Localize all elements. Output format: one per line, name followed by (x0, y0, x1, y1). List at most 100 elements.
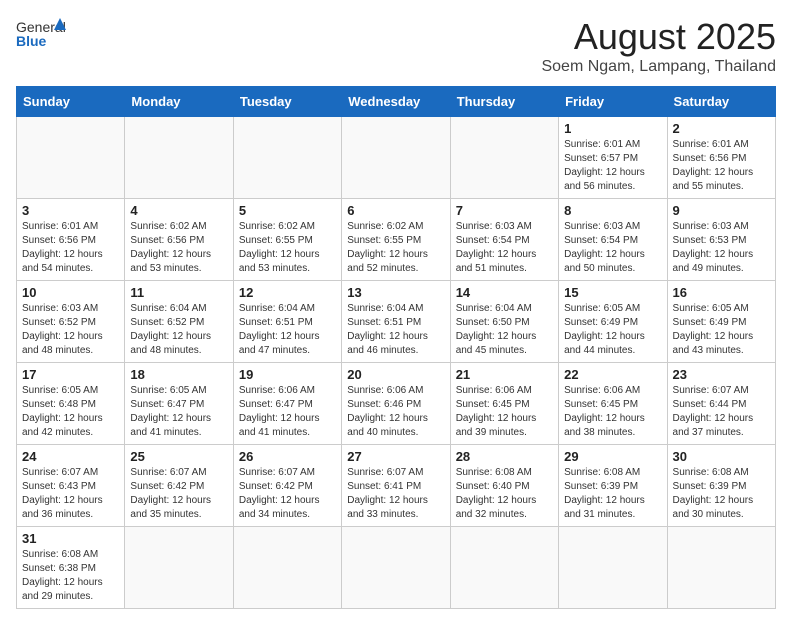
calendar-cell (342, 527, 450, 609)
day-number: 26 (239, 449, 336, 464)
calendar-cell (125, 527, 233, 609)
calendar-cell: 5 Sunrise: 6:02 AM Sunset: 6:55 PM Daylig… (233, 199, 341, 281)
day-number: 5 (239, 203, 336, 218)
day-info: Sunrise: 6:06 AM Sunset: 6:47 PM Dayligh… (239, 384, 336, 440)
calendar-cell (342, 117, 450, 199)
main-title: August 2025 (541, 16, 776, 58)
page-header: General Blue August 2025 Soem Ngam, Lamp… (16, 16, 776, 76)
day-info: Sunrise: 6:03 AM Sunset: 6:53 PM Dayligh… (673, 220, 770, 276)
calendar-cell: 14Sunrise: 6:04 AM Sunset: 6:50 PM Dayli… (450, 281, 558, 363)
day-number: 8 (564, 203, 661, 218)
calendar-table: SundayMondayTuesdayWednesdayThursdayFrid… (16, 86, 776, 609)
calendar-cell: 7Sunrise: 6:03 AM Sunset: 6:54 PM Daylig… (450, 199, 558, 281)
calendar-week-6: 31Sunrise: 6:08 AM Sunset: 6:38 PM Dayli… (17, 527, 776, 609)
calendar-cell: 22 Sunrise: 6:06 AM Sunset: 6:45 PM Dayli… (559, 363, 667, 445)
day-info: Sunrise: 6:04 AM Sunset: 6:52 PM Dayligh… (130, 302, 227, 358)
calendar-cell: 3Sunrise: 6:01 AM Sunset: 6:56 PM Daylig… (17, 199, 125, 281)
day-info: Sunrise: 6:03 AM Sunset: 6:54 PM Dayligh… (564, 220, 661, 276)
day-info: Sunrise: 6:08 AM Sunset: 6:39 PM Dayligh… (673, 466, 770, 522)
day-info: Sunrise: 6:07 AM Sunset: 6:41 PM Dayligh… (347, 466, 444, 522)
calendar-cell: 13Sunrise: 6:04 AM Sunset: 6:51 PM Dayli… (342, 281, 450, 363)
calendar-cell: 19Sunrise: 6:06 AM Sunset: 6:47 PM Dayli… (233, 363, 341, 445)
weekday-header-tuesday: Tuesday (233, 87, 341, 117)
calendar-cell: 29 Sunrise: 6:08 AM Sunset: 6:39 PM Dayli… (559, 445, 667, 527)
day-number: 27 (347, 449, 444, 464)
weekday-header-friday: Friday (559, 87, 667, 117)
calendar-cell: 6Sunrise: 6:02 AM Sunset: 6:55 PM Daylig… (342, 199, 450, 281)
weekday-header-wednesday: Wednesday (342, 87, 450, 117)
day-number: 15 (564, 285, 661, 300)
day-number: 7 (456, 203, 553, 218)
day-info: Sunrise: 6:05 AM Sunset: 6:49 PM Dayligh… (564, 302, 661, 358)
day-info: Sunrise: 6:06 AM Sunset: 6:45 PM Dayligh… (564, 384, 661, 440)
weekday-header-monday: Monday (125, 87, 233, 117)
calendar-cell: 18 Sunrise: 6:05 AM Sunset: 6:47 PM Dayli… (125, 363, 233, 445)
calendar-week-1: 1Sunrise: 6:01 AM Sunset: 6:57 PM Daylig… (17, 117, 776, 199)
day-info: Sunrise: 6:03 AM Sunset: 6:52 PM Dayligh… (22, 302, 119, 358)
calendar-cell: 4 Sunrise: 6:02 AM Sunset: 6:56 PM Daylig… (125, 199, 233, 281)
weekday-header-thursday: Thursday (450, 87, 558, 117)
calendar-cell: 11 Sunrise: 6:04 AM Sunset: 6:52 PM Dayli… (125, 281, 233, 363)
day-number: 4 (130, 203, 227, 218)
calendar-week-4: 17 Sunrise: 6:05 AM Sunset: 6:48 PM Dayli… (17, 363, 776, 445)
logo: General Blue (16, 16, 66, 56)
day-number: 11 (130, 285, 227, 300)
day-info: Sunrise: 6:08 AM Sunset: 6:40 PM Dayligh… (456, 466, 553, 522)
day-info: Sunrise: 6:05 AM Sunset: 6:48 PM Dayligh… (22, 384, 119, 440)
calendar-week-5: 24 Sunrise: 6:07 AM Sunset: 6:43 PM Dayli… (17, 445, 776, 527)
calendar-cell: 2Sunrise: 6:01 AM Sunset: 6:56 PM Daylig… (667, 117, 775, 199)
calendar-cell: 15 Sunrise: 6:05 AM Sunset: 6:49 PM Dayli… (559, 281, 667, 363)
day-info: Sunrise: 6:07 AM Sunset: 6:44 PM Dayligh… (673, 384, 770, 440)
day-info: Sunrise: 6:06 AM Sunset: 6:46 PM Dayligh… (347, 384, 444, 440)
calendar-cell: 12 Sunrise: 6:04 AM Sunset: 6:51 PM Dayli… (233, 281, 341, 363)
calendar-cell (450, 527, 558, 609)
day-info: Sunrise: 6:07 AM Sunset: 6:42 PM Dayligh… (239, 466, 336, 522)
calendar-cell (125, 117, 233, 199)
calendar-cell: 20 Sunrise: 6:06 AM Sunset: 6:46 PM Dayli… (342, 363, 450, 445)
day-number: 6 (347, 203, 444, 218)
day-number: 9 (673, 203, 770, 218)
day-number: 13 (347, 285, 444, 300)
day-number: 28 (456, 449, 553, 464)
day-number: 16 (673, 285, 770, 300)
day-number: 2 (673, 121, 770, 136)
calendar-cell: 23Sunrise: 6:07 AM Sunset: 6:44 PM Dayli… (667, 363, 775, 445)
day-number: 18 (130, 367, 227, 382)
day-info: Sunrise: 6:02 AM Sunset: 6:55 PM Dayligh… (239, 220, 336, 276)
calendar-cell: 21Sunrise: 6:06 AM Sunset: 6:45 PM Dayli… (450, 363, 558, 445)
day-info: Sunrise: 6:08 AM Sunset: 6:39 PM Dayligh… (564, 466, 661, 522)
weekday-header-sunday: Sunday (17, 87, 125, 117)
day-number: 12 (239, 285, 336, 300)
day-number: 29 (564, 449, 661, 464)
day-info: Sunrise: 6:01 AM Sunset: 6:57 PM Dayligh… (564, 138, 661, 194)
day-number: 21 (456, 367, 553, 382)
day-number: 24 (22, 449, 119, 464)
calendar-cell: 8 Sunrise: 6:03 AM Sunset: 6:54 PM Daylig… (559, 199, 667, 281)
day-number: 30 (673, 449, 770, 464)
day-info: Sunrise: 6:01 AM Sunset: 6:56 PM Dayligh… (22, 220, 119, 276)
title-block: August 2025 Soem Ngam, Lampang, Thailand (541, 16, 776, 76)
day-info: Sunrise: 6:05 AM Sunset: 6:47 PM Dayligh… (130, 384, 227, 440)
day-info: Sunrise: 6:04 AM Sunset: 6:50 PM Dayligh… (456, 302, 553, 358)
day-number: 25 (130, 449, 227, 464)
calendar-cell (667, 527, 775, 609)
calendar-cell: 30 Sunrise: 6:08 AM Sunset: 6:39 PM Dayli… (667, 445, 775, 527)
calendar-cell: 26 Sunrise: 6:07 AM Sunset: 6:42 PM Dayli… (233, 445, 341, 527)
day-number: 17 (22, 367, 119, 382)
day-info: Sunrise: 6:04 AM Sunset: 6:51 PM Dayligh… (239, 302, 336, 358)
calendar-cell: 17 Sunrise: 6:05 AM Sunset: 6:48 PM Dayli… (17, 363, 125, 445)
calendar-cell: 28 Sunrise: 6:08 AM Sunset: 6:40 PM Dayli… (450, 445, 558, 527)
subtitle: Soem Ngam, Lampang, Thailand (541, 58, 776, 76)
calendar-cell (233, 527, 341, 609)
day-info: Sunrise: 6:07 AM Sunset: 6:43 PM Dayligh… (22, 466, 119, 522)
calendar-cell (559, 527, 667, 609)
calendar-cell: 27 Sunrise: 6:07 AM Sunset: 6:41 PM Dayli… (342, 445, 450, 527)
day-info: Sunrise: 6:05 AM Sunset: 6:49 PM Dayligh… (673, 302, 770, 358)
calendar-cell: 24 Sunrise: 6:07 AM Sunset: 6:43 PM Dayli… (17, 445, 125, 527)
calendar-cell: 9 Sunrise: 6:03 AM Sunset: 6:53 PM Daylig… (667, 199, 775, 281)
day-info: Sunrise: 6:02 AM Sunset: 6:56 PM Dayligh… (130, 220, 227, 276)
calendar-cell (17, 117, 125, 199)
calendar-cell: 25Sunrise: 6:07 AM Sunset: 6:42 PM Dayli… (125, 445, 233, 527)
day-number: 22 (564, 367, 661, 382)
day-number: 20 (347, 367, 444, 382)
